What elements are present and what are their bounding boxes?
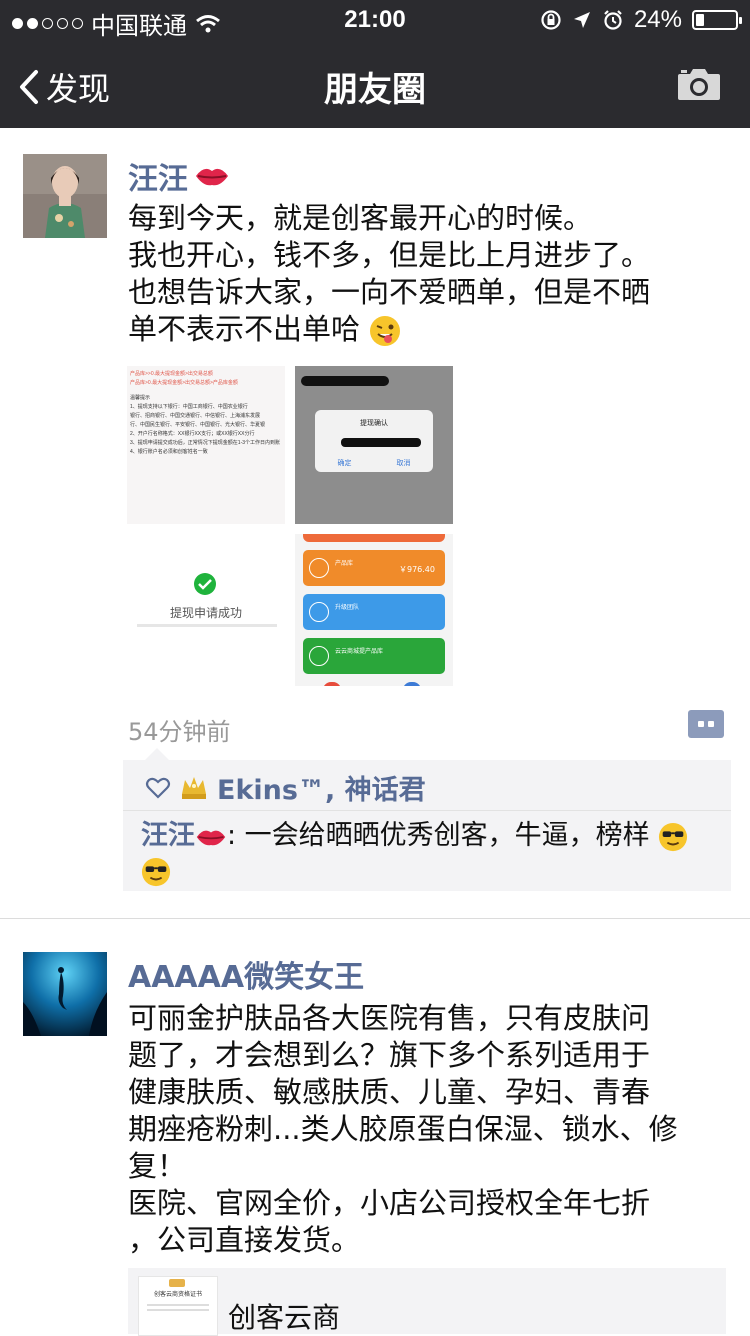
post-text-line: 医院、官网全价，小店公司授权全年七折 [128,1186,651,1220]
likes-comments-panel: Ekins™, 神话君 汪汪 : 一会给晒晒优秀创客，牛逼，榜样 [123,748,731,891]
post-image-1[interactable]: 产品库>>0.最大提现金额>出交易总额 产品库>0.最大提现金额>出交易总额>产… [127,366,285,524]
likes-names[interactable]: Ekins™, 神话君 [217,768,426,807]
location-arrow-icon [573,12,590,28]
post-text-line: ，公司直接发货。 [128,1223,361,1257]
avatar[interactable] [23,154,107,238]
post-text-line: 也想告诉大家，一向不爱晒单，但是不晒 [128,275,651,309]
comment-text: : 一会给晒晒优秀创客，牛逼，榜样 [227,820,650,851]
divider [123,810,731,811]
post-time: 54分钟前 [128,718,231,746]
comment-menu-button[interactable] [688,710,724,738]
post-text-line: 期痤疮粉刺...类人胶原蛋白保湿、锁水、修 [128,1112,678,1146]
alarm-icon [604,10,622,30]
post-text-line: 单不表示不出单哈 [128,312,361,346]
post-text: 每到今天，就是创客最开心的时候。 我也开心，钱不多，但是比上月进步了。 也想告诉… [128,200,708,348]
sunglasses-emoji-icon [141,857,171,886]
camera-icon [678,69,720,100]
post-text-line: 题了，才会想到么？旗下多个系列适用于 [128,1038,651,1072]
post-text-line: 健康肤质、敏感肤质、儿童、孕妇、青春 [128,1075,651,1109]
lips-emoji-icon [196,168,228,186]
post-image-3[interactable]: 提现申请成功 [127,534,285,692]
post-author-name[interactable]: 汪汪 [128,154,230,198]
post-image-4[interactable]: 产品库 ￥976.40 升级团队 云云商城提产品库 [295,534,453,686]
post-text: 可丽金护肤品各大医院有售，只有皮肤问 题了，才会想到么？旗下多个系列适用于 健康… [128,1000,708,1259]
sunglasses-emoji-icon [659,822,688,851]
post-text-line: 我也开心，钱不多，但是比上月进步了。 [128,238,651,272]
comment-author[interactable]: 汪汪 [141,820,195,851]
shared-link-card[interactable]: 创客云商资格证书 创客云商 [128,1268,726,1336]
likes-row: Ekins™, 神话君 [145,768,426,807]
post-text-line: 可丽金护肤品各大医院有售，只有皮肤问 [128,1001,651,1035]
battery-icon [692,10,742,30]
lips-emoji-icon [196,830,226,845]
status-bar: 中国联通 21:00 24% [0,0,750,40]
link-title: 创客云商 [228,1301,341,1334]
post-image-2[interactable]: 提现确认 确定 取消 [295,366,453,524]
battery-percent: 24% [633,6,682,33]
post-divider [0,918,750,919]
nav-bar: 发现 朋友圈 [0,40,750,128]
heart-icon [145,777,171,799]
page-title: 朋友圈 [324,70,426,110]
post-author-name[interactable]: AAAAA微笑女王 [128,952,364,996]
avatar[interactable] [23,952,107,1036]
comment-item[interactable]: 汪汪 : 一会给晒晒优秀创客，牛逼，榜样 [141,818,721,888]
post-text-line: 每到今天，就是创客最开心的时候。 [128,201,593,235]
post-text-line: 复！ [128,1149,187,1183]
crown-avatar-icon [182,776,206,799]
link-thumbnail: 创客云商资格证书 [138,1276,218,1336]
camera-button[interactable] [676,66,722,106]
tongue-wink-emoji-icon [370,316,401,346]
rotation-lock-icon [541,10,561,30]
